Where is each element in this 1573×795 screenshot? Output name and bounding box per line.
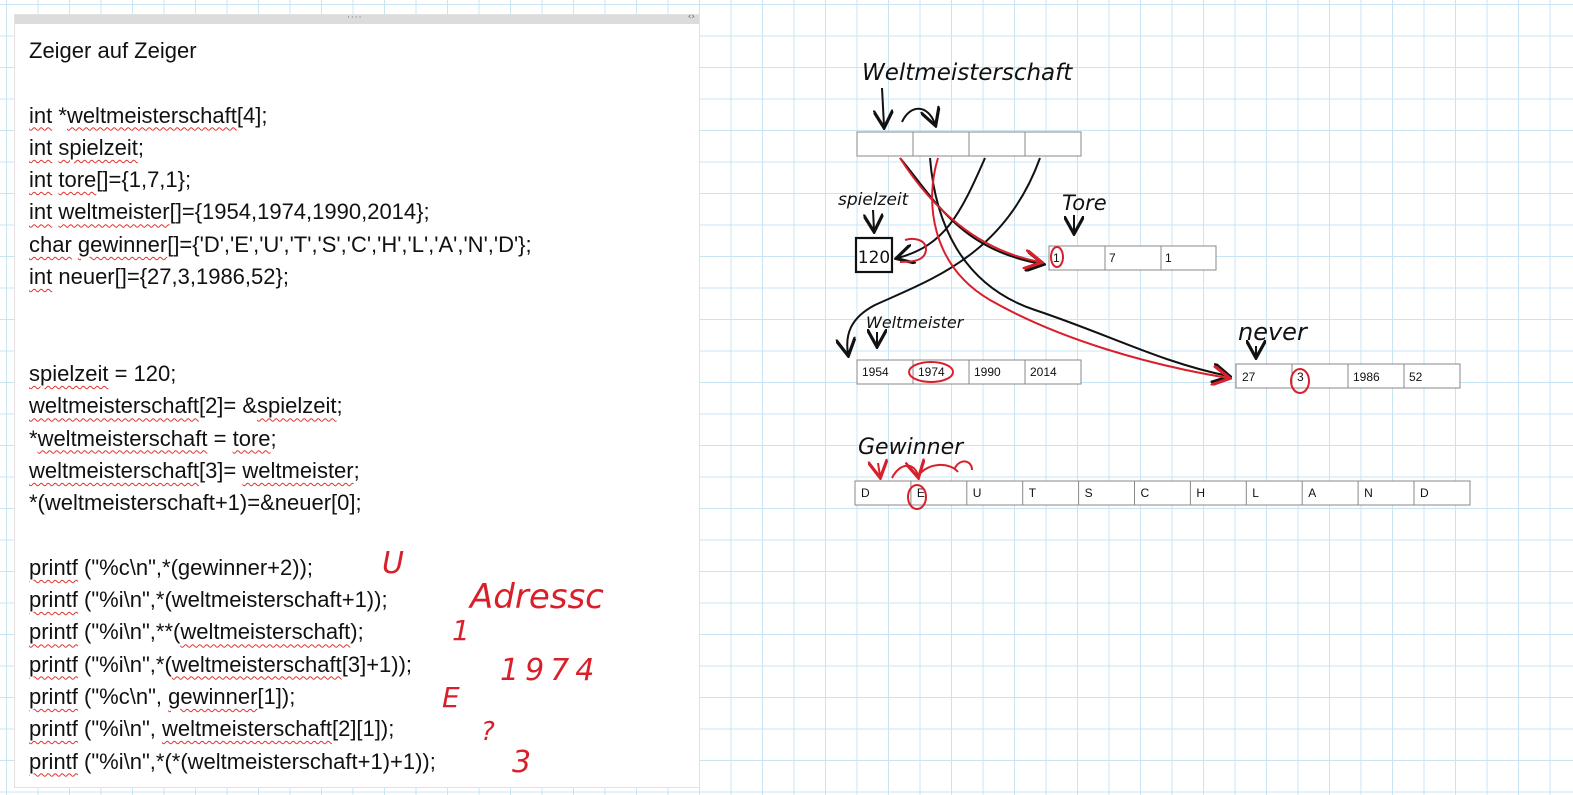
gewinner-cell-9: N xyxy=(1364,486,1373,500)
answer-2: 1 xyxy=(452,614,470,647)
answer-3: 1974 xyxy=(500,653,600,688)
answer-4: E xyxy=(442,681,460,714)
neuer-cell-3: 52 xyxy=(1409,370,1423,384)
gewinner-cell-8: A xyxy=(1308,486,1316,500)
gewinner-cell-7: L xyxy=(1252,486,1259,500)
weltmeisterschaft-group: Weltmeisterschaft xyxy=(856,60,1082,157)
tore-cell-1: 7 xyxy=(1109,251,1116,265)
answer-0: U xyxy=(382,546,404,581)
gewinner-cell-10: D xyxy=(1420,486,1429,500)
weltmeisterschaft-label: Weltmeisterschaft xyxy=(862,60,1073,86)
red-arrow-icon xyxy=(917,464,959,477)
red-arrow-icon xyxy=(954,460,973,471)
gewinner-cell-4: S xyxy=(1085,486,1093,500)
weltmeister-cell-3: 2014 xyxy=(1030,365,1057,379)
gewinner-cell-0: D xyxy=(861,486,870,500)
tore-cell-2: 1 xyxy=(1165,251,1172,265)
neuer-cell-0: 27 xyxy=(1242,370,1256,384)
weltmeister-cell-0: 1954 xyxy=(862,365,889,379)
red-arrow-icon xyxy=(878,463,880,476)
neuer-label: never xyxy=(1238,318,1309,346)
spielzeit-group: spielzeit 120 xyxy=(838,190,910,274)
gewinner-label: Gewinner xyxy=(858,435,965,460)
answer-5: ? xyxy=(481,717,495,747)
gewinner-group: Gewinner DEUTSCHLAND xyxy=(854,435,1471,506)
spielzeit-label: spielzeit xyxy=(838,190,910,210)
pointer-arrow-icon xyxy=(882,87,884,126)
spielzeit-value: 120 xyxy=(858,248,890,268)
tore-array xyxy=(1048,245,1217,271)
red-ptr-tore xyxy=(899,157,1040,262)
answer-1: Adressc xyxy=(468,577,604,617)
weltmeister-cell-1: 1974 xyxy=(918,365,945,379)
gewinner-cell-3: T xyxy=(1029,486,1037,500)
gewinner-cell-6: H xyxy=(1196,486,1205,500)
gewinner-cell-5: C xyxy=(1141,486,1150,500)
answer-6: 3 xyxy=(512,745,531,780)
gewinner-array xyxy=(854,480,1471,506)
gewinner-cell-2: U xyxy=(973,486,982,500)
weltmeister-group: Weltmeister 1954 1974 1990 2014 xyxy=(856,313,1082,385)
weltmeister-label: Weltmeister xyxy=(866,313,965,332)
neuer-cell-1: 3 xyxy=(1297,370,1304,384)
pointer-arrow-icon xyxy=(873,209,874,230)
canvas-diagram[interactable]: Weltmeisterschaft spielzeit 120 Tore 1 7… xyxy=(0,0,1573,795)
tore-cell-0: 1 xyxy=(1053,251,1060,265)
next-element-arrow-icon xyxy=(901,109,935,124)
tore-group: Tore 1 7 1 xyxy=(1048,191,1217,271)
weltmeister-cell-2: 1990 xyxy=(974,365,1001,379)
red-curl-spielzeit xyxy=(899,238,928,263)
red-arrow-icon xyxy=(891,466,918,478)
neuer-group: never 27 3 1986 52 xyxy=(1235,318,1461,389)
neuer-cell-2: 1986 xyxy=(1353,370,1380,384)
tore-label: Tore xyxy=(1062,191,1107,215)
answers-group: U Adressc 1 1974 E ? 3 xyxy=(382,546,604,780)
